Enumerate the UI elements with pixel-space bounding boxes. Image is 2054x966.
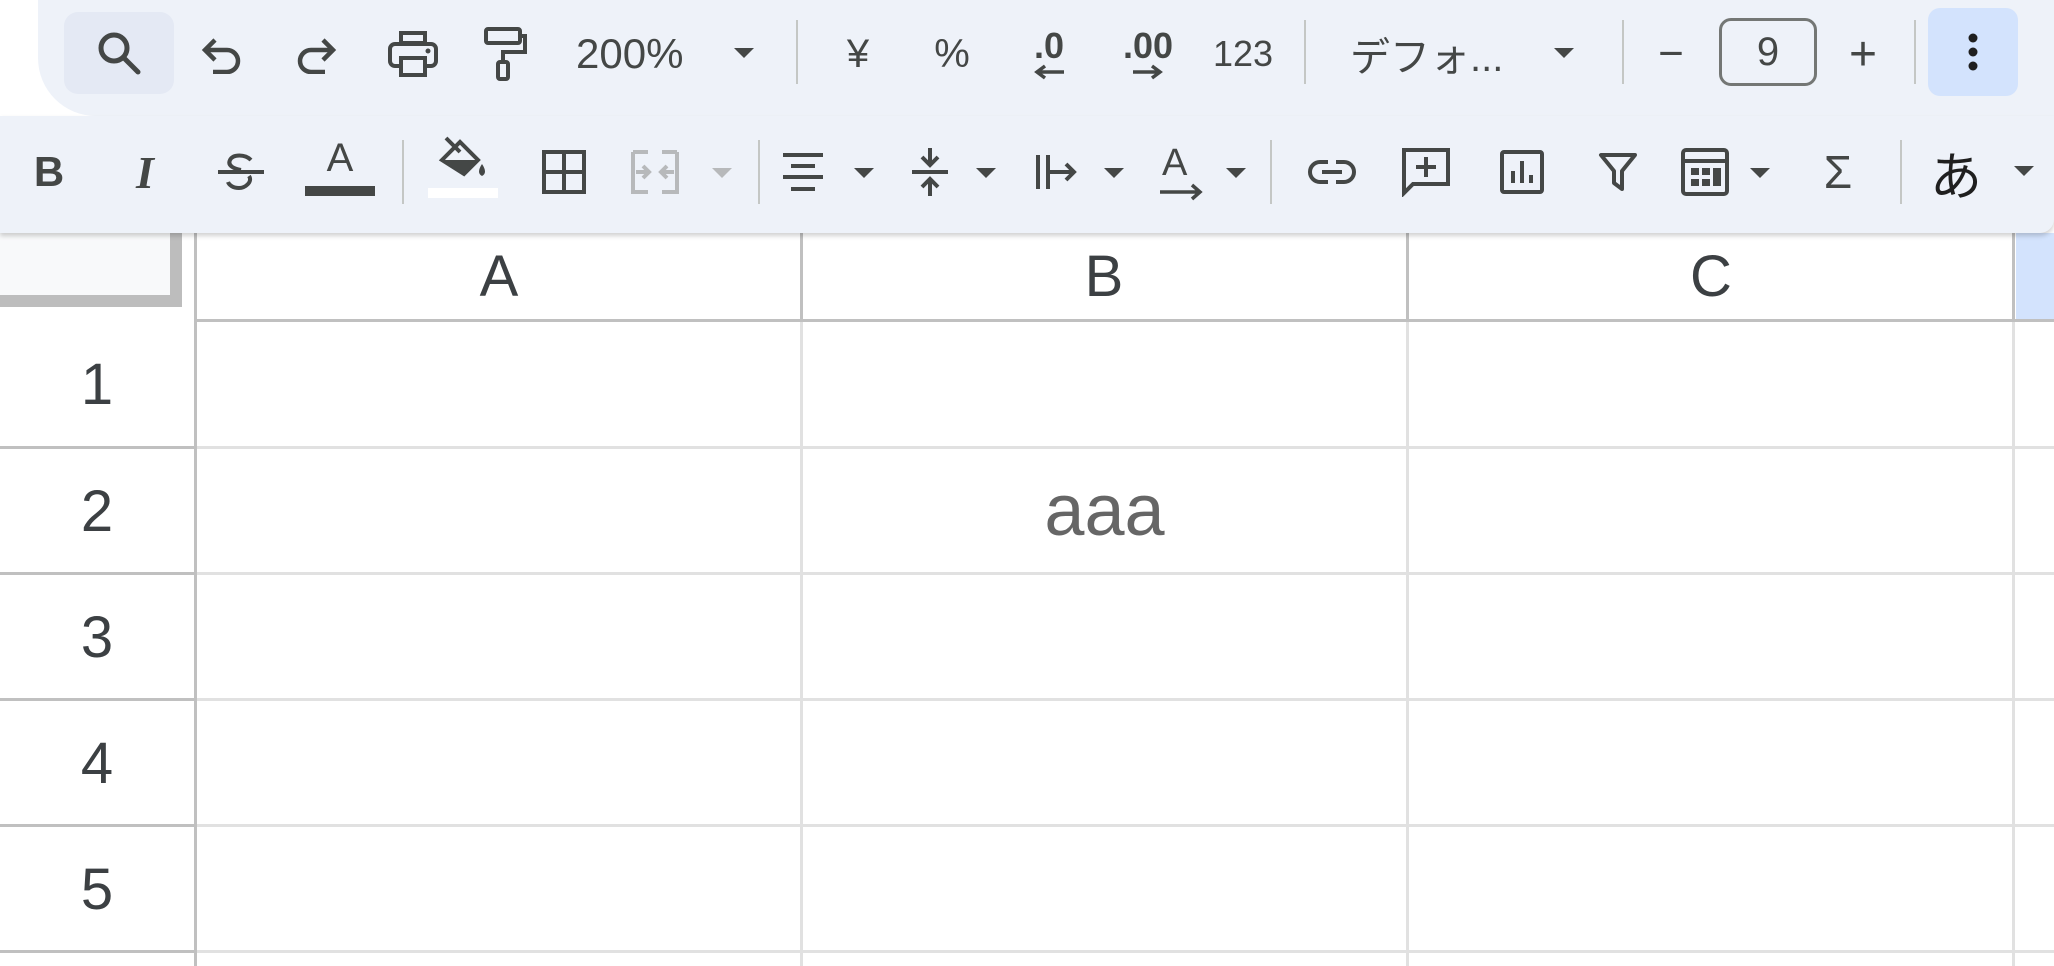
grid-line xyxy=(197,572,2054,575)
row-header-divider xyxy=(0,950,194,953)
row-header-divider xyxy=(0,698,194,701)
text-wrapping-button[interactable] xyxy=(1034,140,1138,204)
toolbar-separator xyxy=(402,140,404,204)
toolbar-separator xyxy=(758,140,760,204)
insert-link-button[interactable] xyxy=(1300,140,1364,204)
insert-chart-button[interactable] xyxy=(1490,140,1554,204)
strikethrough-icon xyxy=(215,150,267,194)
merge-cells-icon xyxy=(630,149,680,195)
fill-color-button[interactable] xyxy=(426,134,500,212)
borders-button[interactable] xyxy=(532,140,596,204)
text-rotation-dropdown-icon xyxy=(1226,168,1246,178)
row-header-divider xyxy=(0,446,194,449)
column-divider xyxy=(800,233,803,321)
sigma-icon: Σ xyxy=(1823,146,1853,198)
filter-icon xyxy=(1598,151,1638,193)
grid-line xyxy=(800,322,803,966)
text-rotation-button[interactable]: A xyxy=(1158,136,1264,208)
grid-line xyxy=(197,698,2054,701)
grid-line xyxy=(1406,322,1409,966)
row-header-5[interactable]: 5 xyxy=(0,827,194,951)
select-all-corner[interactable] xyxy=(0,233,182,307)
row-header-border xyxy=(194,233,197,966)
merge-cells-button[interactable] xyxy=(630,140,740,204)
fill-color-swatch xyxy=(428,188,498,198)
borders-icon xyxy=(541,149,587,195)
row-header-2[interactable]: 2 xyxy=(0,449,194,573)
paint-bucket-icon xyxy=(436,134,490,182)
column-header-border xyxy=(196,319,2054,322)
text-rotation-icon: A xyxy=(1158,142,1208,202)
strikethrough-button[interactable] xyxy=(210,140,272,204)
filter-views-dropdown-icon xyxy=(1750,168,1770,178)
input-tools-dropdown-icon xyxy=(2014,166,2034,176)
vertical-align-middle-icon xyxy=(910,146,950,198)
link-icon xyxy=(1306,158,1358,186)
input-tools-icon: あ xyxy=(1930,148,1983,207)
italic-label: I xyxy=(136,146,154,198)
add-comment-icon xyxy=(1401,147,1451,197)
column-header-b[interactable]: B xyxy=(803,233,1405,319)
merge-dropdown-icon xyxy=(712,168,732,178)
create-filter-button[interactable] xyxy=(1586,140,1650,204)
row-header-4[interactable]: 4 xyxy=(0,701,194,825)
align-dropdown-icon xyxy=(854,168,874,178)
grid-line xyxy=(197,824,2054,827)
functions-button[interactable]: Σ xyxy=(1806,140,1870,204)
table-calculator-icon xyxy=(1680,147,1730,197)
cell-b2[interactable]: aaa xyxy=(803,449,1406,572)
filter-views-button[interactable] xyxy=(1680,140,1784,204)
text-color-swatch xyxy=(305,186,375,196)
chart-icon xyxy=(1499,149,1545,195)
text-color-button[interactable]: A xyxy=(302,134,378,212)
align-center-icon xyxy=(780,151,826,193)
grid-line xyxy=(2012,322,2015,966)
horizontal-align-button[interactable] xyxy=(780,140,884,204)
column-divider xyxy=(2012,233,2015,321)
vertical-align-dropdown-icon xyxy=(976,168,996,178)
vertical-align-button[interactable] xyxy=(910,140,1014,204)
row-header-1[interactable]: 1 xyxy=(0,322,194,446)
column-divider xyxy=(1406,233,1409,321)
toolbar-overflow: B I A A Σ あ xyxy=(0,116,2054,233)
column-header-d[interactable] xyxy=(2016,233,2054,319)
text-overflow-icon xyxy=(1034,149,1078,195)
text-color-icon: A xyxy=(326,136,354,180)
row-header-divider xyxy=(0,824,194,827)
toolbar-separator xyxy=(1270,140,1272,204)
input-tools-button[interactable]: あ xyxy=(1930,134,2054,210)
insert-comment-button[interactable] xyxy=(1394,140,1458,204)
row-header-3[interactable]: 3 xyxy=(0,575,194,699)
toolbar-separator xyxy=(1900,140,1902,204)
row-header-divider xyxy=(0,572,194,575)
text-wrapping-dropdown-icon xyxy=(1104,168,1124,178)
column-header-a[interactable]: A xyxy=(199,233,799,319)
bold-button[interactable]: B xyxy=(18,140,80,204)
italic-button[interactable]: I xyxy=(114,140,176,204)
grid-line xyxy=(197,950,2054,953)
bold-label: B xyxy=(33,148,65,195)
column-header-c[interactable]: C xyxy=(1409,233,2013,319)
